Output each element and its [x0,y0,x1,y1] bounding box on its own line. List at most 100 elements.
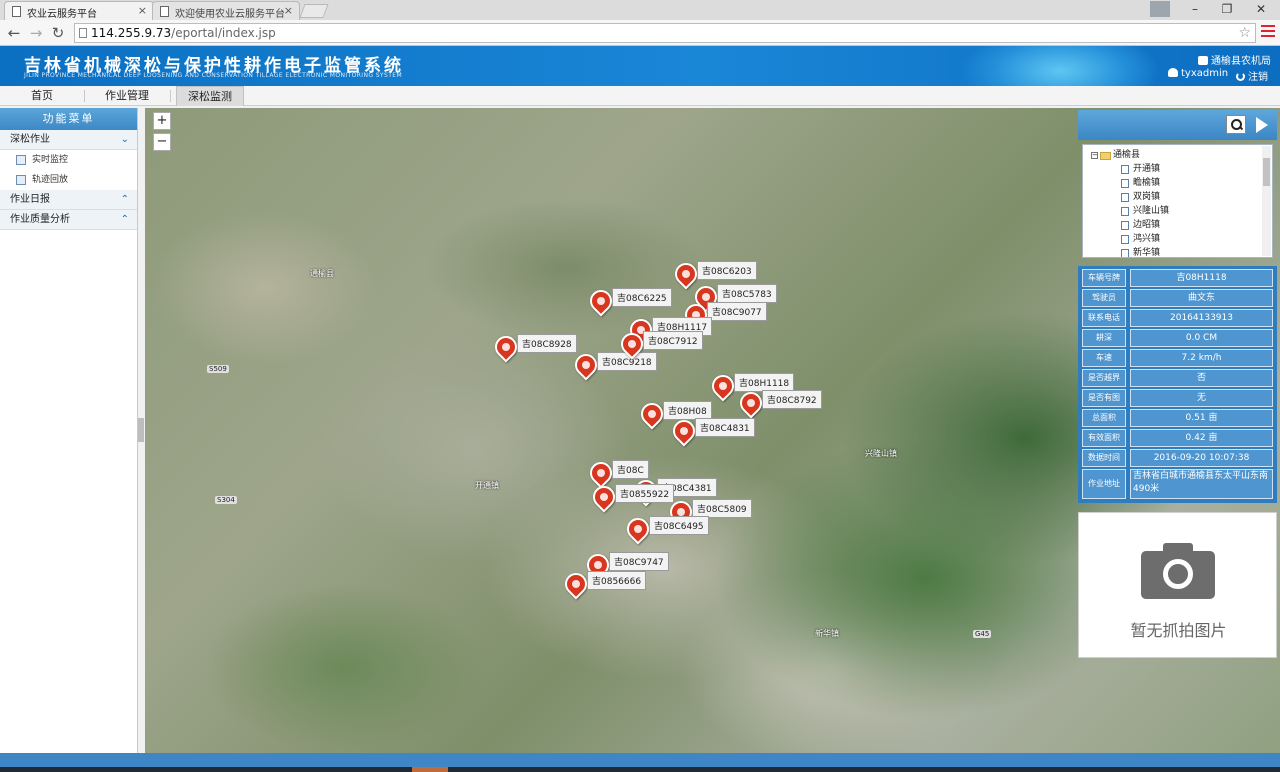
road-label: S509 [207,365,229,373]
sidebar-group-deep-loosening[interactable]: 深松作业 ⌄ [0,130,137,150]
vehicle-plate-label[interactable]: 吉08C7912 [643,331,703,350]
browser-tab-active[interactable]: 农业云服务平台 × [4,1,154,20]
tree-item-town[interactable]: 开通镇 [1091,162,1272,176]
url-host: 114.255.9.73 [91,26,172,40]
org-link[interactable]: 通榆县农机局 [1198,52,1271,67]
detail-key: 车辆号牌 [1082,269,1126,287]
tree-item-label: 开通镇 [1133,164,1161,174]
detail-value: 否 [1130,369,1273,387]
close-window-icon[interactable]: ✕ [1244,0,1278,20]
close-tab-icon[interactable]: × [284,4,293,17]
bookmark-star-icon[interactable]: ☆ [1238,24,1251,42]
nav-tab-deep-loosening-monitor[interactable]: 深松监测 [176,86,244,106]
file-icon [1121,235,1129,244]
vehicle-plate-label[interactable]: 吉08C6203 [697,261,757,280]
user-link[interactable]: tyxadmin [1168,68,1228,79]
detail-key: 耕深 [1082,329,1126,347]
tree-root-county[interactable]: − 通榆县 [1091,149,1272,162]
sidebar-collapse-handle[interactable] [138,418,144,442]
vehicle-plate-label[interactable]: 吉08C9077 [707,302,767,321]
app-subtitle: JILIN PROVINCE MECHANICAL DEEP LOOSENING… [24,72,403,79]
sidebar-group-daily-report[interactable]: 作业日报 ⌃ [0,190,137,210]
tree-item-town[interactable]: 鸿兴镇 [1091,232,1272,246]
vehicle-plate-label[interactable]: 吉08C9747 [609,552,669,571]
tree-item-label: 边昭镇 [1133,220,1161,230]
forward-icon[interactable]: → [26,23,46,43]
tree-item-label: 兴隆山镇 [1133,206,1170,216]
road-label: G45 [973,630,992,638]
logout-link[interactable]: 注销 [1236,68,1268,83]
reload-icon[interactable]: ↻ [48,23,68,43]
play-icon[interactable] [1256,117,1268,133]
file-icon [1121,165,1129,174]
snapshot-placeholder: 暂无抓拍图片 [1078,512,1277,658]
sidebar-item-track-playback[interactable]: 轨迹回放 [0,170,137,190]
sidebar-item-realtime-monitor[interactable]: 实时监控 [0,150,137,170]
tree-scrollbar[interactable] [1262,146,1271,256]
detail-row: 数据时间 2016-09-20 10:07:38 [1082,449,1273,467]
tree-item-label: 双岗镇 [1133,192,1161,202]
collapse-icon[interactable]: − [1091,152,1098,159]
back-icon[interactable]: ← [4,23,24,43]
taskbar-app[interactable] [412,767,448,772]
vehicle-plate-label[interactable]: 吉08C [612,460,649,479]
status-bar [0,753,1280,767]
vehicle-plate-label[interactable]: 吉08C8928 [517,334,577,353]
os-taskbar [0,767,1280,772]
detail-key: 驾驶员 [1082,289,1126,307]
new-tab-button[interactable] [299,4,329,18]
vehicle-plate-label[interactable]: 吉08C6225 [612,288,672,307]
detail-value: 0.42 亩 [1130,429,1273,447]
url-path: /eportal/index.jsp [171,26,276,40]
vehicle-plate-label[interactable]: 吉08C6495 [649,516,709,535]
tree-item-town[interactable]: 新华镇 [1091,246,1272,257]
document-icon [16,155,26,165]
page-icon [160,6,169,17]
tree-item-town[interactable]: 兴隆山镇 [1091,204,1272,218]
vehicle-plate-label[interactable]: 吉08C4831 [695,418,755,437]
detail-row: 车速 7.2 km/h [1082,349,1273,367]
map-place-label: 开通镇 [475,481,499,490]
vehicle-plate-label[interactable]: 吉0855922 [615,484,675,503]
tree-item-town[interactable]: 边昭镇 [1091,218,1272,232]
tree-item-town[interactable]: 双岗镇 [1091,190,1272,204]
sidebar-group-label: 作业质量分析 [10,214,70,225]
detail-key: 有效面积 [1082,429,1126,447]
function-menu-sidebar: 功能菜单 深松作业 ⌄ 实时监控 轨迹回放 作业日报 ⌃ 作业质量分析 ⌃ [0,108,138,753]
tab-title: 欢迎使用农业云服务平台 [175,9,285,20]
detail-value: 吉08H1118 [1130,269,1273,287]
panel-toolbar [1078,110,1277,140]
road-label: S304 [215,496,237,504]
nav-tab-work-management[interactable]: 作业管理 [86,86,168,106]
maximize-icon[interactable]: ❐ [1210,0,1244,20]
detail-key: 联系电话 [1082,309,1126,327]
zoom-in-button[interactable]: + [153,112,171,130]
sidebar-title: 功能菜单 [0,108,137,130]
home-icon [1198,56,1208,65]
search-icon[interactable] [1226,115,1246,134]
zoom-out-button[interactable]: − [153,133,171,151]
browser-tab-inactive[interactable]: 欢迎使用农业云服务平台 × [152,1,300,20]
profile-icon[interactable] [1150,1,1170,17]
vehicle-plate-label[interactable]: 吉0856666 [587,571,647,590]
browser-menu-icon[interactable] [1261,25,1275,39]
sidebar-group-label: 作业日报 [10,194,50,205]
url-field[interactable]: 114.255.9.73/eportal/index.jsp ☆ [74,23,1256,43]
vehicle-detail-table: 车辆号牌 吉08H1118 驾驶员 曲文东 联系电话 20164133913 耕深 0.… [1078,266,1277,503]
close-tab-icon[interactable]: × [138,4,147,17]
tree-item-town[interactable]: 瞻榆镇 [1091,176,1272,190]
page-info-icon[interactable] [79,28,87,38]
file-icon [1121,179,1129,188]
vehicle-plate-label[interactable]: 吉08C8792 [762,390,822,409]
minimize-icon[interactable]: – [1178,0,1212,20]
detail-value: 曲文东 [1130,289,1273,307]
sidebar-group-label: 深松作业 [10,134,50,145]
tree-item-label: 瞻榆镇 [1133,178,1161,188]
scrollbar-thumb[interactable] [1263,158,1270,186]
nav-tab-home[interactable]: 首页 [0,86,84,106]
sidebar-group-quality-analysis[interactable]: 作业质量分析 ⌃ [0,210,137,230]
vehicle-plate-label[interactable]: 吉08C5783 [717,284,777,303]
user-icon [1168,68,1178,77]
detail-row: 作业地址 吉林省白城市通榆县东太平山东南490米 [1082,469,1273,499]
chevron-down-icon: ⌄ [120,134,129,145]
